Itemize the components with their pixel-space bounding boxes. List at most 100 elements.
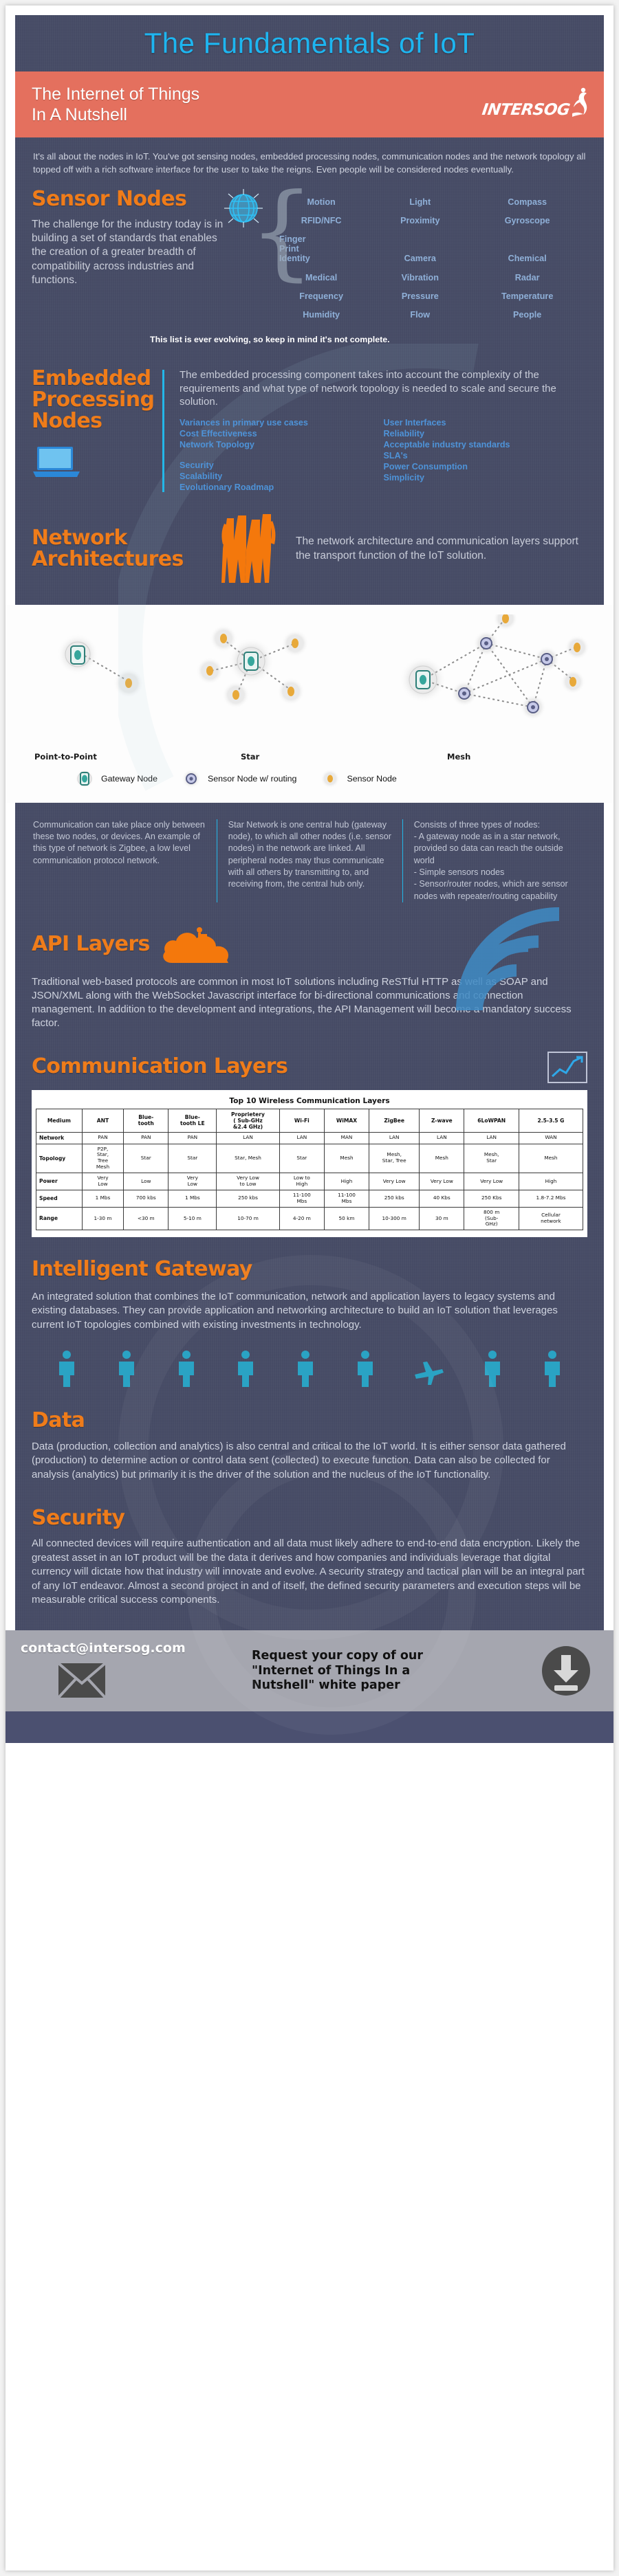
topology-diagram-panel: Point-to-Point Star Mesh Gateway Node Se… (6, 604, 613, 803)
sensor-nodes-body: The challenge for the industry today is … (32, 219, 224, 286)
sensor-cell: Radar (514, 272, 540, 282)
table-cell: 30 m (419, 1206, 465, 1231)
row-header: Power (36, 1173, 83, 1190)
table-cell: 11-100 Mbs (323, 1189, 370, 1208)
cta-line-3: Nutshell" white paper (252, 1678, 400, 1693)
column-header: 2.5-3.5 G (518, 1108, 584, 1133)
airplane-icon (414, 1362, 444, 1386)
table-cell: P2P, Star, Tree Mesh (81, 1143, 124, 1174)
table-cell: PAN (168, 1132, 217, 1144)
sensor-cell: Pressure (401, 291, 439, 301)
cta-line-2: "Internet of Things In a (252, 1663, 411, 1678)
table-cell: Very Low (168, 1173, 217, 1190)
list-item: Evolutionary Roadmap (180, 482, 274, 493)
table-cell: 1.8-7.2 Mbs (518, 1189, 584, 1208)
list-item: Security (180, 460, 214, 471)
sensor-router-node-icon (181, 768, 201, 788)
title-band: The Fundamentals of IoT (15, 15, 604, 71)
sensor-type-grid: Motion Light Compass RFID/NFC Proximity Gyro… (270, 189, 587, 324)
download-button[interactable] (541, 1645, 591, 1696)
table-cell: 4-20 m (279, 1206, 325, 1231)
laptop-icon (33, 447, 80, 478)
data-heading: Data (32, 1408, 85, 1433)
intelligent-gateway-body: An integrated solution that combines the… (32, 1290, 558, 1331)
table-row: Network PAN PAN PAN LAN LAN MAN LAN LAN … (36, 1132, 584, 1144)
infographic-page: The Fundamentals of IoT The Internet of … (6, 5, 613, 2571)
table-cell: Mesh (323, 1143, 370, 1174)
logo-wordmark: INTERSOG (481, 101, 571, 119)
envelope-icon[interactable] (57, 1662, 107, 1699)
column-header: ANT (81, 1108, 124, 1133)
table-cell: LAN (216, 1132, 280, 1144)
api-layers-heading: API Layers (32, 931, 150, 956)
table-cell: Star (279, 1143, 325, 1174)
legend-label: Gateway Node (101, 773, 158, 784)
gateway-node-icon (75, 768, 94, 788)
legend-item-sensor-routing: Sensor Node w/ routing (181, 768, 296, 789)
table-cell: 10-70 m (216, 1206, 280, 1231)
table-cell: Mesh, Star (464, 1143, 519, 1174)
topology-labels: Point-to-Point Star Mesh (6, 752, 613, 764)
topology-description-mesh: Consists of three types of nodes: - A ga… (402, 819, 587, 903)
table-cell: 50 km (323, 1206, 370, 1231)
table-cell: LAN (464, 1132, 519, 1144)
embedded-list-right: User Interfaces Reliability Acceptable i… (384, 417, 588, 493)
column-header: ZigBee (369, 1108, 420, 1133)
table-cell: Very Low (369, 1173, 420, 1190)
sensor-cell: Compass (508, 197, 547, 208)
table-cell: 250 Kbs (464, 1189, 519, 1208)
list-item: Network Topology (180, 440, 254, 450)
person-icon (298, 1351, 313, 1388)
sensor-list-note: This list is ever evolving, so keep in m… (150, 335, 390, 345)
embedded-list-left: Variances in primary use cases Cost Effe… (180, 417, 384, 493)
table-cell: Cellular network (518, 1206, 584, 1231)
people-icon-row (32, 1332, 587, 1394)
topology-description-star: Star Network is one central hub (gateway… (217, 819, 402, 903)
embedded-processing-body: The embedded processing component takes … (180, 369, 556, 408)
intersog-logo[interactable]: INTERSOG (481, 86, 591, 123)
intelligent-gateway-heading: Intelligent Gateway (32, 1257, 252, 1282)
network-architectures-left: Network Architectures (32, 527, 217, 570)
topology-legend: Gateway Node Sensor Node w/ routing Sens… (6, 764, 613, 796)
table-cell: Low to High (279, 1173, 325, 1190)
communication-table-wrapper: Top 10 Wireless Communication Layers Med… (32, 1089, 587, 1238)
legend-label: Sensor Node (347, 773, 397, 784)
communication-layers-table: Medium ANT Blue- tooth Blue- tooth LE Pr… (36, 1108, 584, 1231)
table-cell: Very Low (464, 1173, 519, 1190)
row-header: Network (36, 1132, 83, 1144)
subtitle-line-2: In A Nutshell (32, 105, 127, 124)
list-item: User Interfaces (383, 417, 446, 428)
topology-description-point-to-point: Communication can take place only betwee… (32, 819, 217, 903)
table-cell: PAN (81, 1132, 124, 1144)
contact-email[interactable]: contact@intersog.com (21, 1641, 248, 1656)
table-cell: PAN (123, 1132, 169, 1144)
row-header: Speed (36, 1189, 83, 1208)
main-body: It's all about the nodes in IoT. You've … (15, 137, 604, 791)
table-cell: Mesh, Star, Tree (369, 1143, 420, 1174)
table-cell: Very Low (81, 1173, 124, 1190)
cta-line-1: Request your copy of our (252, 1649, 423, 1663)
main-body-2: Communication can take place only betwee… (15, 802, 604, 1735)
embedded-processing-heading: Embedded Processing Nodes (32, 366, 155, 433)
table-cell: 1 Mbs (168, 1189, 217, 1208)
table-row: Range 1-30 m <30 m 5-10 m 10-70 m 4-20 m… (36, 1206, 584, 1231)
table-cell: Mesh (419, 1143, 465, 1174)
table-row: Power Very Low Low Very Low Very Low to … (36, 1173, 584, 1190)
sensor-row: Motion Light Compass (270, 193, 587, 212)
row-header: Range (36, 1206, 83, 1231)
person-icon (59, 1351, 74, 1388)
wifi-signal-icon (456, 907, 560, 1011)
table-row: Speed 1 Mbs 700 kbs 1 Mbs 250 kbs 11-100… (36, 1189, 584, 1208)
list-item: Acceptable industry standards (383, 440, 510, 450)
list-item: Power Consumption (383, 462, 468, 472)
person-icon (118, 1351, 134, 1388)
sensor-cell: Proximity (400, 216, 440, 226)
table-cell: 10-300 m (369, 1206, 420, 1231)
column-header: WiMAX (323, 1108, 370, 1133)
embedded-processing-section: Embedded Processing Nodes The embedded p… (15, 357, 604, 496)
table-cell: 5-10 m (168, 1206, 217, 1231)
people-group-icon (221, 513, 276, 583)
table-cell: LAN (279, 1132, 325, 1144)
subtitle-banner: The Internet of Things In A Nutshell INT… (15, 71, 604, 137)
embedded-processing-left: Embedded Processing Nodes (32, 368, 162, 493)
